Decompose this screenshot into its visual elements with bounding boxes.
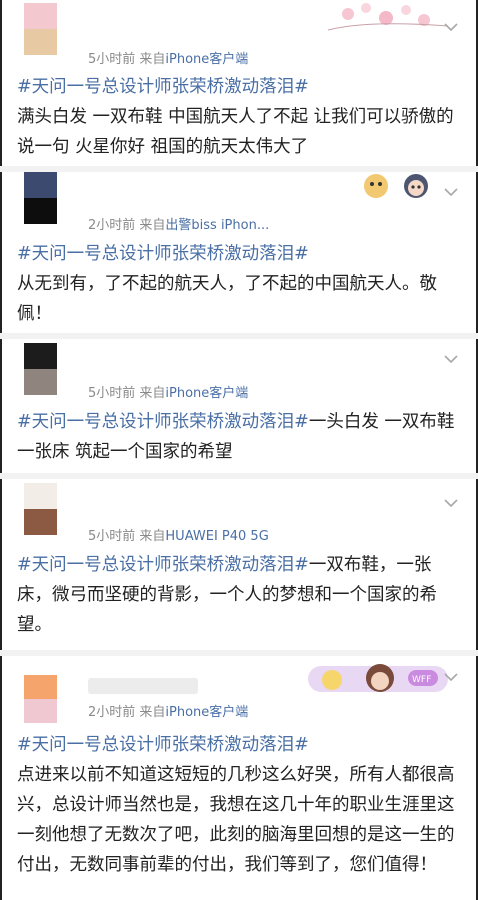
comment-feed: 5小时前 来自iPhone客户端 #天问一号总设计师张荣桥激动落泪# 满头白发 … — [0, 0, 478, 900]
topic-link[interactable]: #天问一号总设计师张荣桥激动落泪# — [17, 244, 309, 264]
post-time: 2小时前 来自 — [88, 705, 166, 720]
post-content: #天问一号总设计师张荣桥激动落泪# 点进来以前不知道这短短的几秒这么好哭，所有人… — [17, 730, 464, 880]
post-text: 满头白发 一双布鞋 中国航天人了不起 让我们可以骄傲的说一句 火星你好 祖国的航… — [17, 107, 454, 157]
post-card[interactable]: 5小时前 来自iPhone客户端 #天问一号总设计师张荣桥激动落泪#一头白发 一… — [0, 339, 478, 473]
post-source[interactable]: iPhone客户端 — [165, 52, 248, 67]
avatar[interactable] — [24, 343, 57, 395]
avatar[interactable] — [24, 483, 57, 535]
post-time: 5小时前 来自 — [88, 529, 166, 544]
star-sticker-decoration: WFF — [308, 660, 448, 696]
topic-link[interactable]: #天问一号总设计师张荣桥激动落泪# — [17, 735, 309, 755]
topic-link[interactable]: #天问一号总设计师张荣桥激动落泪# — [17, 77, 309, 97]
post-card[interactable]: 5小时前 来自iPhone客户端 #天问一号总设计师张荣桥激动落泪# 满头白发 … — [0, 0, 478, 166]
post-meta: 5小时前 来自HUAWEI P40 5G — [88, 525, 269, 544]
post-source[interactable]: iPhone客户端 — [165, 705, 248, 720]
blossom-decoration — [327, 0, 449, 40]
svg-text:WFF: WFF — [412, 675, 431, 685]
post-card[interactable]: 2小时前 来自出警biss iPhon... #天问一号总设计师张荣桥激动落泪#… — [0, 172, 478, 333]
chevron-down-icon[interactable] — [444, 670, 458, 684]
post-text: 点进来以前不知道这短短的几秒这么好哭，所有人都很高兴，总设计师当然也是，我想在这… — [17, 765, 455, 875]
topic-link[interactable]: #天问一号总设计师张荣桥激动落泪# — [17, 412, 309, 432]
avatar[interactable] — [24, 172, 57, 224]
post-meta: 2小时前 来自出警biss iPhon... — [88, 214, 269, 233]
chevron-down-icon[interactable] — [444, 185, 458, 199]
avatar[interactable] — [24, 675, 57, 723]
post-content: #天问一号总设计师张荣桥激动落泪#一双布鞋，一张床，微弓而坚硬的背影，一个人的梦… — [17, 550, 464, 640]
topic-link[interactable]: #天问一号总设计师张荣桥激动落泪# — [17, 555, 309, 575]
chevron-down-icon[interactable] — [444, 20, 458, 34]
post-source[interactable]: 出警biss iPhon... — [165, 218, 269, 233]
post-meta: 5小时前 来自iPhone客户端 — [88, 382, 248, 401]
cartoon-sticker-decoration — [358, 172, 448, 200]
post-meta: 2小时前 来自iPhone客户端 — [88, 701, 248, 720]
post-card[interactable]: WFF 2小时前 来自iPhone客户端 #天问一号总设计师张荣桥激动落泪# 点… — [0, 656, 478, 900]
chevron-down-icon[interactable] — [444, 496, 458, 510]
post-meta: 5小时前 来自iPhone客户端 — [88, 48, 248, 67]
post-time: 5小时前 来自 — [88, 52, 166, 67]
post-time: 5小时前 来自 — [88, 386, 166, 401]
post-card[interactable]: 5小时前 来自HUAWEI P40 5G #天问一号总设计师张荣桥激动落泪#一双… — [0, 479, 478, 650]
post-content: #天问一号总设计师张荣桥激动落泪# 满头白发 一双布鞋 中国航天人了不起 让我们… — [17, 72, 464, 162]
username-blur — [88, 678, 198, 694]
post-content: #天问一号总设计师张荣桥激动落泪#一头白发 一双布鞋 一张床 筑起一个国家的希望 — [17, 407, 464, 467]
avatar[interactable] — [24, 3, 57, 55]
chevron-down-icon[interactable] — [444, 352, 458, 366]
post-text: 从无到有，了不起的航天人，了不起的中国航天人。敬佩！ — [17, 274, 437, 324]
post-content: #天问一号总设计师张荣桥激动落泪# 从无到有，了不起的航天人，了不起的中国航天人… — [17, 239, 464, 329]
post-source[interactable]: HUAWEI P40 5G — [165, 529, 268, 544]
post-time: 2小时前 来自 — [88, 218, 166, 233]
post-source[interactable]: iPhone客户端 — [165, 386, 248, 401]
